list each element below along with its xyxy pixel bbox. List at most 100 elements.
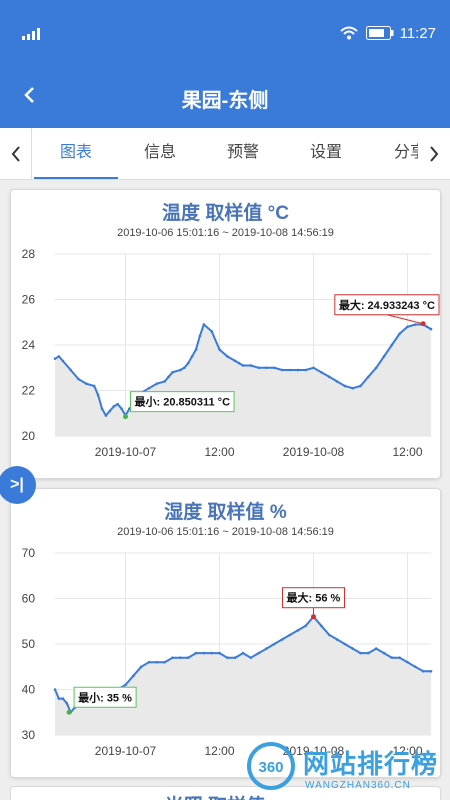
- y-tick-label: 28: [22, 247, 36, 261]
- tabs-scroll-right-button[interactable]: [418, 128, 450, 179]
- data-point: [280, 638, 284, 641]
- data-point: [147, 386, 151, 390]
- data-point: [265, 647, 268, 650]
- data-point: [367, 651, 370, 655]
- min-marker: [66, 709, 72, 715]
- data-point: [53, 357, 57, 360]
- data-point: [320, 624, 323, 628]
- data-point: [226, 656, 229, 659]
- data-point: [163, 380, 166, 383]
- data-point: [202, 651, 206, 655]
- data-point: [406, 325, 409, 329]
- page-title: 果园-东侧: [181, 90, 269, 112]
- data-point: [155, 660, 159, 664]
- data-point: [163, 660, 166, 664]
- data-point: [249, 656, 253, 659]
- x-tick-label: 2019-10-08: [283, 445, 345, 459]
- data-point: [65, 701, 69, 705]
- data-point: [198, 334, 202, 338]
- chart-title: 湿度 取样值 %: [164, 502, 287, 523]
- data-point: [179, 368, 182, 372]
- data-point: [390, 656, 394, 659]
- tab-settings[interactable]: 设置: [284, 128, 368, 179]
- chart-subtitle: 2019-10-06 15:01:16 ~ 2019-10-08 14:56:1…: [117, 526, 334, 538]
- max-label: 最大: 24.933243 °C: [339, 298, 435, 312]
- y-tick-label: 24: [22, 338, 36, 352]
- data-point: [100, 407, 104, 410]
- data-point: [85, 382, 88, 385]
- data-point: [327, 633, 331, 637]
- data-point: [382, 651, 386, 655]
- chart-title: 温度 取样值 °C: [162, 203, 289, 224]
- x-tick-label: 12:00: [204, 744, 234, 758]
- status-time: 11:27: [399, 25, 436, 42]
- watermark: 360 网站排行榜 WANGZHAN360.CN: [235, 740, 450, 800]
- chevron-right-icon: [430, 146, 439, 162]
- watermark-text: 网站排行榜: [303, 749, 439, 779]
- data-point: [335, 638, 339, 641]
- wifi-icon: [340, 26, 358, 40]
- expand-icon: >|: [10, 476, 24, 493]
- chevron-left-icon: [11, 146, 20, 162]
- data-point: [288, 633, 292, 637]
- y-tick-label: 30: [22, 728, 36, 742]
- data-point: [382, 355, 386, 358]
- data-point: [249, 364, 253, 367]
- data-point: [425, 325, 429, 329]
- svg-text:360: 360: [258, 759, 283, 776]
- tab-info[interactable]: 信息: [118, 128, 202, 179]
- data-point: [273, 366, 276, 370]
- data-point: [280, 368, 284, 372]
- min-label: 最小: 20.850311 °C: [135, 395, 231, 409]
- data-point: [171, 371, 174, 374]
- signal-icon: [22, 28, 40, 40]
- y-tick-label: 26: [22, 293, 36, 307]
- data-point: [61, 697, 65, 700]
- x-tick-label: 2019-10-07: [95, 744, 157, 758]
- data-point: [226, 355, 229, 358]
- data-point: [312, 366, 315, 370]
- status-bar: 11:27: [0, 0, 450, 66]
- max-label: 最大: 56 %: [286, 591, 340, 605]
- data-point: [351, 647, 354, 650]
- data-point: [190, 355, 194, 358]
- tabs-scroll-left-button[interactable]: [0, 128, 32, 179]
- data-point: [53, 688, 57, 691]
- data-point: [218, 348, 221, 351]
- data-point: [421, 670, 425, 673]
- data-point: [406, 660, 409, 664]
- data-point: [210, 330, 213, 333]
- data-point: [335, 380, 339, 383]
- tab-chart[interactable]: 图表: [34, 128, 118, 179]
- watermark-subtext: WANGZHAN360.CN: [305, 780, 411, 791]
- tab-alert[interactable]: 预警: [201, 128, 285, 179]
- data-point: [241, 364, 245, 367]
- battery-icon: [366, 26, 394, 40]
- series-area: [55, 616, 431, 735]
- 360-logo-icon: 360: [247, 742, 295, 790]
- data-point: [194, 348, 198, 351]
- data-point: [186, 656, 190, 659]
- data-point: [359, 384, 362, 388]
- y-tick-label: 60: [22, 592, 36, 606]
- data-point: [77, 377, 80, 381]
- data-point: [273, 642, 276, 646]
- data-point: [398, 656, 401, 659]
- data-point: [359, 651, 362, 655]
- y-tick-label: 40: [22, 683, 36, 697]
- data-point: [57, 697, 61, 700]
- data-point: [343, 642, 347, 646]
- data-point: [218, 651, 221, 655]
- x-tick-label: 12:00: [392, 445, 422, 459]
- data-point: [241, 651, 245, 655]
- data-point: [304, 368, 307, 372]
- data-point: [257, 651, 260, 655]
- data-point: [265, 366, 268, 370]
- data-point: [390, 343, 394, 347]
- data-point: [414, 323, 417, 326]
- data-point: [233, 656, 237, 659]
- data-point: [171, 656, 174, 659]
- temperature-chart-card: 20 22 24 26 28 2019-10-07 12:00 2019-10-08 12:00…: [10, 189, 441, 479]
- data-point: [139, 665, 143, 669]
- data-point: [202, 323, 206, 326]
